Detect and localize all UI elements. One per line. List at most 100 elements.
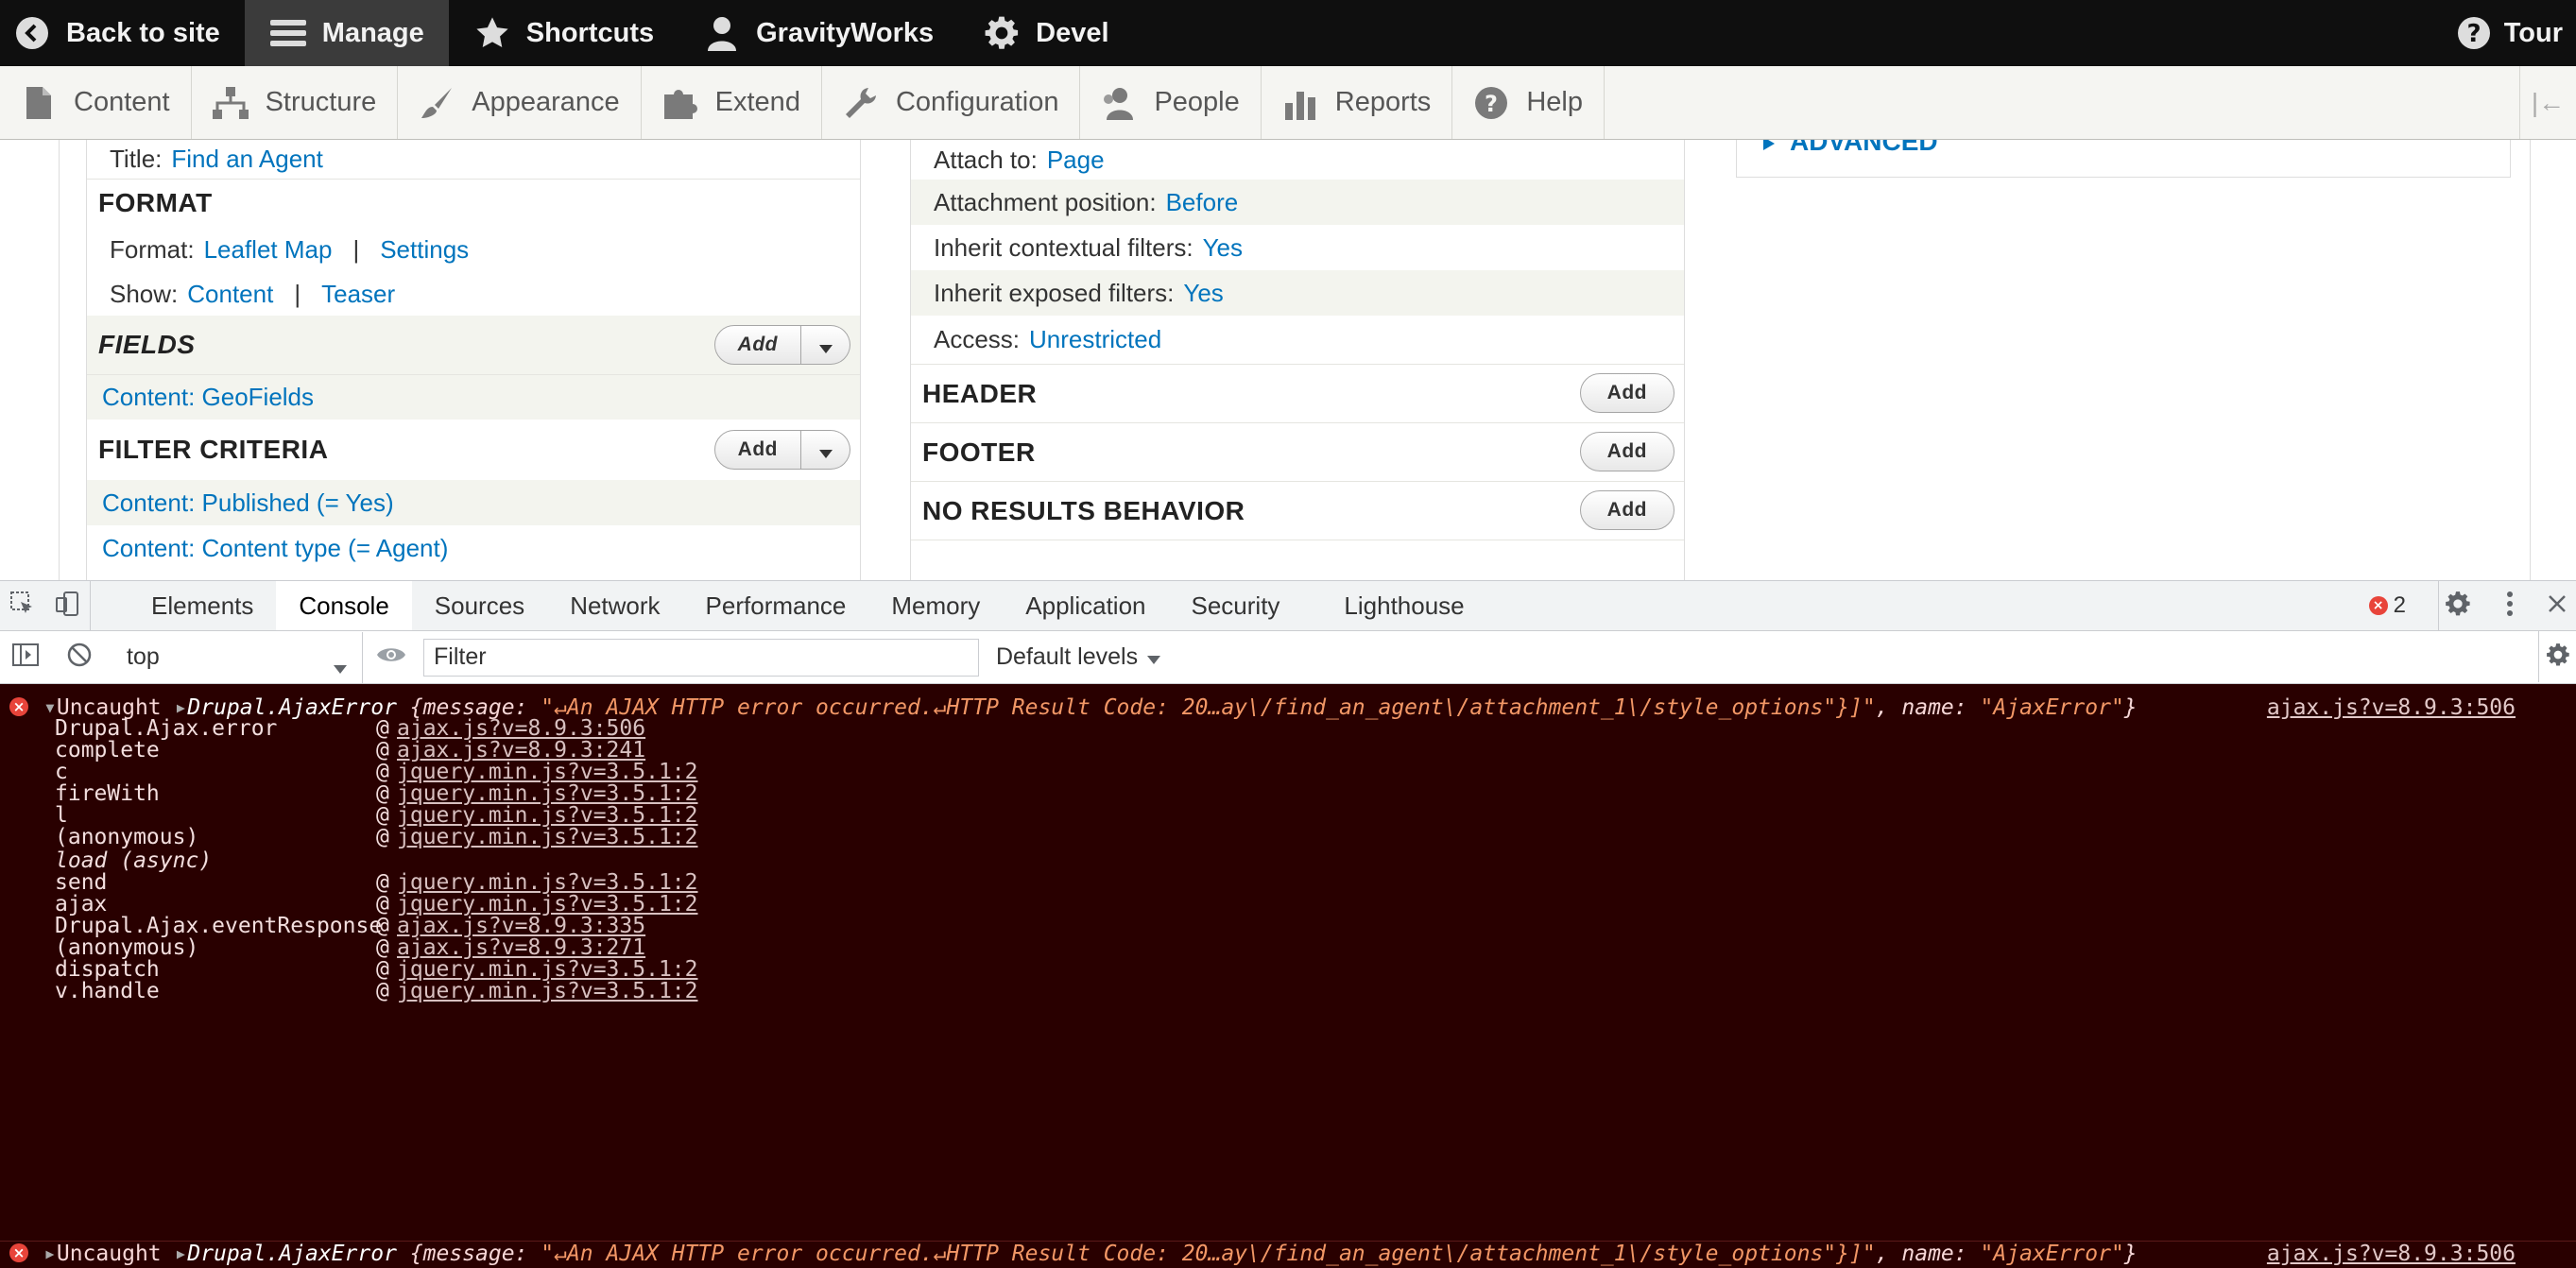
access-row: Access: Unrestricted [911, 316, 1684, 365]
manage-tab[interactable]: Manage [244, 0, 449, 66]
stack-frame-source-link[interactable]: jquery.min.js?v=3.5.1:2 [397, 825, 698, 849]
device-toolbar-button[interactable] [45, 581, 91, 630]
title-row: Title: Find an Agent [87, 140, 860, 180]
paintbrush-icon [419, 85, 455, 121]
inherit-contextual-link[interactable]: Yes [1203, 233, 1243, 263]
tray-orientation-toggle[interactable]: |← [2519, 66, 2576, 139]
filter-item-published-link[interactable]: Content: Published (= Yes) [102, 488, 394, 518]
error-message-key: {message: [409, 1242, 541, 1266]
fields-dropdown-toggle[interactable] [801, 325, 850, 365]
stack-frame-source-link[interactable]: jquery.min.js?v=3.5.1:2 [397, 979, 698, 1003]
tray-item-people[interactable]: People [1080, 66, 1262, 139]
show-row: Show: Content | Teaser [87, 272, 860, 316]
view-edit-page: Title: Find an Agent FORMAT Format: Leaf… [0, 140, 2576, 580]
bar-chart-icon [1282, 85, 1318, 121]
format-link[interactable]: Leaflet Map [204, 235, 333, 265]
stack-frame: l @ jquery.min.js?v=3.5.1:2 [0, 803, 2576, 828]
header-add-button[interactable]: Add [1579, 373, 1674, 413]
tray-item-extend[interactable]: Extend [642, 66, 822, 139]
tray-item-configuration[interactable]: Configuration [822, 66, 1081, 139]
show-teaser-link[interactable]: Teaser [321, 280, 395, 309]
log-levels-value: Default levels [996, 643, 1139, 670]
tray-label-reports: Reports [1334, 87, 1432, 117]
filter-dropdown-toggle[interactable] [801, 430, 850, 470]
clear-console-button[interactable] [51, 632, 108, 683]
error-message-value: "↵An AJAX HTTP error occurred.↵HTTP Resu… [541, 1242, 1876, 1266]
devel-tab[interactable]: Devel [958, 0, 1133, 66]
inherit-exposed-link[interactable]: Yes [1183, 279, 1223, 308]
tray-item-structure[interactable]: Structure [192, 66, 399, 139]
console-toolbar: top Filter Default levels [0, 631, 2576, 684]
error-summary: ▸Uncaught ▸Drupal.AjaxError {message: "↵… [43, 1242, 2138, 1266]
advanced-toggle[interactable]: ADVANCED [1763, 140, 1938, 157]
caret-down-icon [334, 653, 347, 680]
stack-frame: Drupal.Ajax.error @ ajax.js?v=8.9.3:506 [0, 716, 2576, 741]
user-icon [703, 14, 741, 52]
tab-network[interactable]: Network [547, 581, 682, 630]
tray-item-content[interactable]: Content [0, 66, 192, 139]
stack-frame: Drupal.Ajax.eventResponse @ ajax.js?v=8.9.… [0, 914, 2576, 938]
header-heading: HEADER [922, 378, 1038, 408]
inspect-element-button[interactable] [0, 581, 45, 630]
expand-triangle-icon: ▸ [174, 1242, 188, 1266]
filter-item-row: Content: Published (= Yes) [87, 480, 860, 525]
tab-memory[interactable]: Memory [868, 581, 1003, 630]
tab-console[interactable]: Console [276, 581, 412, 630]
no-results-add-button[interactable]: Add [1579, 490, 1674, 530]
log-levels-dropdown[interactable]: Default levels [979, 632, 1161, 683]
triangle-right-icon [1763, 140, 1775, 157]
error-source-link[interactable]: ajax.js?v=8.9.3:506 [2267, 1242, 2516, 1266]
tray-label-structure: Structure [265, 87, 377, 117]
devtools-close-button[interactable] [2538, 581, 2576, 630]
console-error-message[interactable]: × ▸Uncaught ▸Drupal.AjaxError {message: … [0, 1241, 2576, 1266]
tray-item-help[interactable]: ? Help [1452, 66, 1605, 139]
shortcuts-tab[interactable]: Shortcuts [449, 0, 678, 66]
stack-frame: ajax @ jquery.min.js?v=3.5.1:2 [0, 892, 2576, 917]
fields-add-button[interactable]: Add [713, 325, 801, 365]
title-link[interactable]: Find an Agent [171, 145, 322, 174]
tab-application[interactable]: Application [1003, 581, 1168, 630]
device-mobile-icon [55, 591, 81, 622]
stack-frame-function: v.handle [55, 979, 160, 1003]
devtools-more-menu[interactable] [2491, 581, 2529, 630]
show-label: Show: [110, 279, 179, 308]
context-value: top [127, 643, 160, 670]
footer-add-button[interactable]: Add [1579, 432, 1674, 471]
tray-item-reports[interactable]: Reports [1262, 66, 1453, 139]
tray-item-appearance[interactable]: Appearance [398, 66, 642, 139]
devtools-tabbar: Elements Console Sources Network Perform… [0, 580, 2576, 631]
attach-link[interactable]: Page [1047, 146, 1105, 175]
back-to-site-label: Back to site [66, 17, 220, 48]
show-link[interactable]: Content [187, 280, 273, 309]
tour-button[interactable]: ? Tour [2430, 0, 2576, 66]
tab-security[interactable]: Security [1169, 581, 1303, 630]
console-sidebar-toggle[interactable] [0, 632, 51, 683]
devtools-settings-button[interactable] [2438, 581, 2476, 630]
tab-performance[interactable]: Performance [683, 581, 869, 630]
user-tab[interactable]: GravityWorks [678, 0, 958, 66]
access-link[interactable]: Unrestricted [1029, 325, 1161, 354]
document-icon [21, 85, 57, 121]
filter-add-dropbutton: Add [713, 430, 850, 470]
format-settings-link[interactable]: Settings [380, 235, 469, 265]
position-label: Attachment position: [934, 187, 1157, 216]
context-selector[interactable]: top [108, 631, 363, 683]
tab-elements[interactable]: Elements [129, 581, 276, 630]
close-icon [2548, 594, 2567, 618]
tab-sources[interactable]: Sources [412, 581, 547, 630]
console-filter-input[interactable]: Filter [423, 638, 979, 677]
filter-item-content-type-link[interactable]: Content: Content type (= Agent) [102, 534, 448, 563]
star-icon [473, 14, 511, 52]
stack-frame: v.handle @ jquery.min.js?v=3.5.1:2 [0, 979, 2576, 1003]
view-display-panel: Title: Find an Agent FORMAT Format: Leaf… [59, 140, 2531, 580]
position-link[interactable]: Before [1166, 188, 1239, 217]
error-count-badge[interactable]: × 2 [2368, 581, 2406, 630]
tab-lighthouse[interactable]: Lighthouse [1321, 581, 1486, 630]
manage-label: Manage [321, 17, 424, 48]
filter-add-button[interactable]: Add [713, 430, 801, 470]
console-settings-button[interactable] [2538, 631, 2576, 682]
live-expression-button[interactable] [363, 632, 420, 683]
back-to-site-link[interactable]: Back to site [0, 0, 245, 66]
devel-label: Devel [1036, 17, 1109, 48]
field-item-link[interactable]: Content: GeoFields [102, 383, 314, 412]
